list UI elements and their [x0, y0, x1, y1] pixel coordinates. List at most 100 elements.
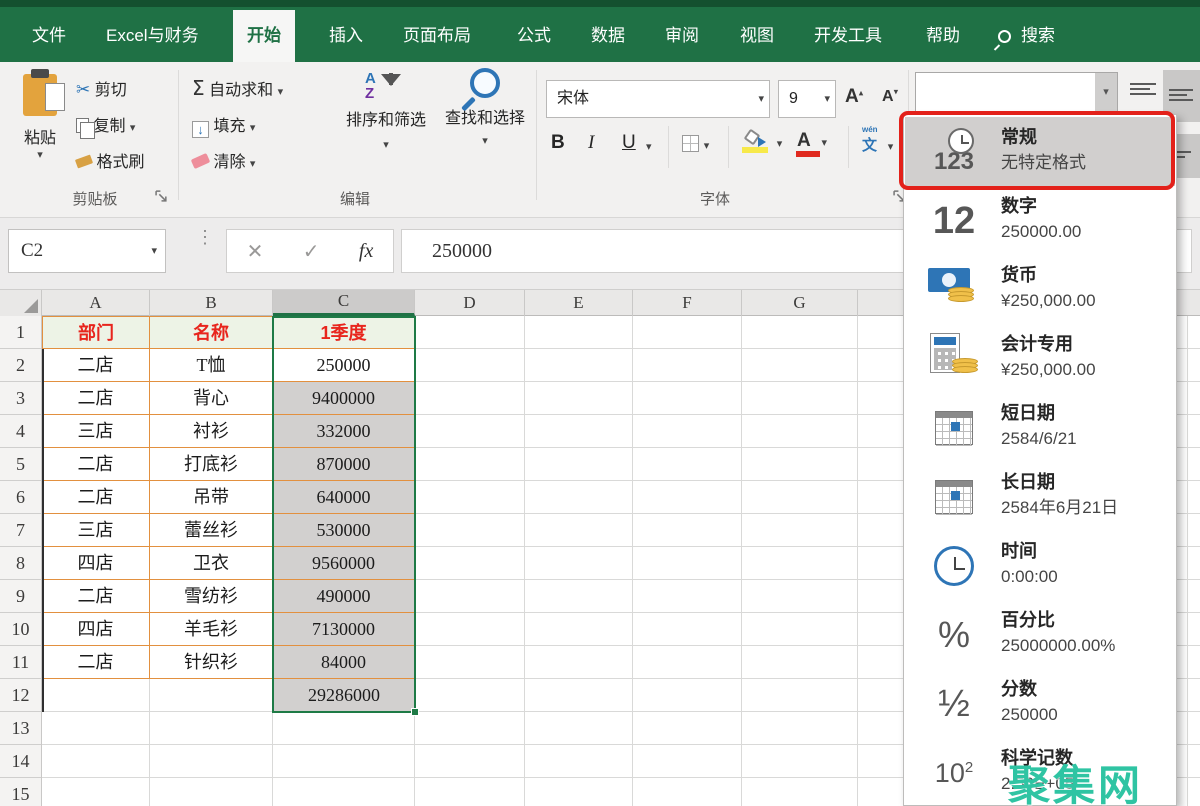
tab-excel-finance[interactable]: Excel与财务 [92, 10, 213, 62]
tab-page-layout[interactable]: 页面布局 [389, 10, 485, 62]
format-painter-button[interactable]: 格式刷 [76, 148, 144, 172]
cell-a8[interactable]: 四店 [42, 547, 150, 580]
find-select-button[interactable]: 查找和选择 ▾ [430, 68, 540, 147]
font-size-dropdown-arrow[interactable]: ▾ [824, 81, 830, 117]
italic-button[interactable]: I [588, 132, 594, 154]
cell-b7[interactable]: 蕾丝衫 [150, 514, 273, 547]
row-header-8[interactable]: 8 [0, 547, 41, 580]
cell-a11[interactable]: 二店 [42, 646, 150, 679]
underline-button[interactable]: U [622, 132, 636, 154]
format-option-time[interactable]: 时间 0:00:00 [905, 531, 1175, 600]
format-option-long-date[interactable]: 长日期 2584年6月21日 [905, 462, 1175, 531]
row-header-2[interactable]: 2 [0, 349, 41, 382]
cell-b1[interactable]: 名称 [150, 316, 273, 349]
insert-function-icon[interactable]: fx [359, 240, 373, 263]
cell-a1[interactable]: 部门 [42, 316, 150, 349]
sort-filter-dropdown-arrow[interactable]: ▾ [336, 138, 436, 151]
row-header-12[interactable]: 12 [0, 679, 41, 712]
cell-b5[interactable]: 打底衫 [150, 448, 273, 481]
font-color-button[interactable]: A ▾ [797, 130, 827, 152]
tab-data[interactable]: 数据 [577, 10, 639, 62]
row-header-11[interactable]: 11 [0, 646, 41, 679]
copy-button[interactable]: 复制 ▾ [76, 112, 135, 136]
format-option-currency[interactable]: 货币 ¥250,000.00 [905, 255, 1175, 324]
fill-handle[interactable] [411, 708, 419, 716]
tab-review[interactable]: 审阅 [651, 10, 713, 62]
tab-help[interactable]: 帮助 [912, 10, 974, 62]
cell-b9[interactable]: 雪纺衫 [150, 580, 273, 613]
row-header-15[interactable]: 15 [0, 778, 41, 806]
bold-button[interactable]: B [551, 132, 565, 154]
cell-a3[interactable]: 二店 [42, 382, 150, 415]
cell-a2[interactable]: 二店 [42, 349, 150, 382]
cell-b8[interactable]: 卫衣 [150, 547, 273, 580]
column-header-d[interactable]: D [415, 290, 525, 316]
underline-dropdown-arrow[interactable]: ▾ [646, 140, 652, 153]
column-header-e[interactable]: E [525, 290, 633, 316]
cell-b2[interactable]: T恤 [150, 349, 273, 382]
cell-b6[interactable]: 吊带 [150, 481, 273, 514]
paste-dropdown-arrow[interactable]: ▾ [12, 148, 68, 161]
find-select-dropdown-arrow[interactable]: ▾ [430, 134, 540, 147]
cell-a6[interactable]: 二店 [42, 481, 150, 514]
clear-button[interactable]: 清除 ▾ [192, 148, 255, 172]
fill-color-dropdown-arrow[interactable]: ▾ [777, 138, 783, 150]
cell-b3[interactable]: 背心 [150, 382, 273, 415]
cell-a5[interactable]: 二店 [42, 448, 150, 481]
row-header-4[interactable]: 4 [0, 415, 41, 448]
format-option-short-date[interactable]: 短日期 2584/6/21 [905, 393, 1175, 462]
tab-developer[interactable]: 开发工具 [800, 10, 896, 62]
row-header-7[interactable]: 7 [0, 514, 41, 547]
font-name-dropdown-arrow[interactable]: ▾ [758, 81, 764, 117]
row-header-13[interactable]: 13 [0, 712, 41, 745]
cell-b4[interactable]: 衬衫 [150, 415, 273, 448]
row-header-3[interactable]: 3 [0, 382, 41, 415]
align-lines-icon[interactable] [1130, 80, 1156, 98]
name-box-dropdown-arrow[interactable]: ▾ [151, 230, 157, 272]
font-name-combobox[interactable]: 宋体▾ [546, 80, 770, 118]
borders-button[interactable]: ▾ [682, 134, 709, 154]
format-option-accounting[interactable]: 会计专用 ¥250,000.00 [905, 324, 1175, 393]
tab-view[interactable]: 视图 [726, 10, 788, 62]
column-header-g[interactable]: G [742, 290, 858, 316]
font-color-dropdown-arrow[interactable]: ▾ [821, 137, 827, 149]
column-header-c[interactable]: C [273, 290, 415, 316]
sort-filter-button[interactable]: AZ 排序和筛选 ▾ [336, 72, 436, 151]
tab-file[interactable]: 文件 [18, 10, 80, 62]
search-box[interactable]: 搜索 [998, 10, 1055, 62]
number-format-combobox[interactable]: ▾ [915, 72, 1118, 112]
phonetic-dropdown-arrow[interactable]: ▾ [888, 141, 894, 153]
row-header-6[interactable]: 6 [0, 481, 41, 514]
row-header-5[interactable]: 5 [0, 448, 41, 481]
autosum-button[interactable]: Σ 自动求和 ▾ [192, 76, 283, 100]
cancel-entry-icon[interactable]: ✕ [247, 239, 264, 264]
cell-b11[interactable]: 针织衫 [150, 646, 273, 679]
tab-formulas[interactable]: 公式 [503, 10, 565, 62]
cell-a7[interactable]: 三店 [42, 514, 150, 547]
borders-dropdown-arrow[interactable]: ▾ [704, 140, 710, 152]
tab-home[interactable]: 开始 [233, 10, 295, 62]
fill-button[interactable]: ↓ 填充 ▾ [192, 112, 255, 138]
cell-b10[interactable]: 羊毛衫 [150, 613, 273, 646]
font-size-combobox[interactable]: 9▾ [778, 80, 836, 118]
column-header-b[interactable]: B [150, 290, 273, 316]
cell-a9[interactable]: 二店 [42, 580, 150, 613]
row-header-14[interactable]: 14 [0, 745, 41, 778]
tab-insert[interactable]: 插入 [315, 10, 377, 62]
format-option-number[interactable]: 12 数字 250000.00 [905, 186, 1175, 255]
row-header-1[interactable]: 1 [0, 316, 41, 349]
phonetic-guide-button[interactable]: wén文 ▾ [862, 134, 893, 155]
number-format-dropdown-arrow[interactable]: ▾ [1095, 73, 1117, 111]
paste-button[interactable]: 粘贴 ▾ [12, 74, 68, 161]
row-header-10[interactable]: 10 [0, 613, 41, 646]
name-box[interactable]: C2 ▾ [8, 229, 166, 273]
column-header-f[interactable]: F [633, 290, 742, 316]
grow-font-button[interactable]: A▴ [845, 86, 863, 108]
cell-a4[interactable]: 三店 [42, 415, 150, 448]
fill-color-button[interactable]: ▾ [742, 132, 782, 152]
format-option-fraction[interactable]: ½ 分数 250000 [905, 669, 1175, 738]
cut-button[interactable]: ✂ 剪切 [76, 76, 127, 100]
column-header-a[interactable]: A [42, 290, 150, 316]
enter-entry-icon[interactable]: ✓ [303, 239, 320, 264]
clipboard-dialog-launcher-icon[interactable] [155, 190, 168, 203]
